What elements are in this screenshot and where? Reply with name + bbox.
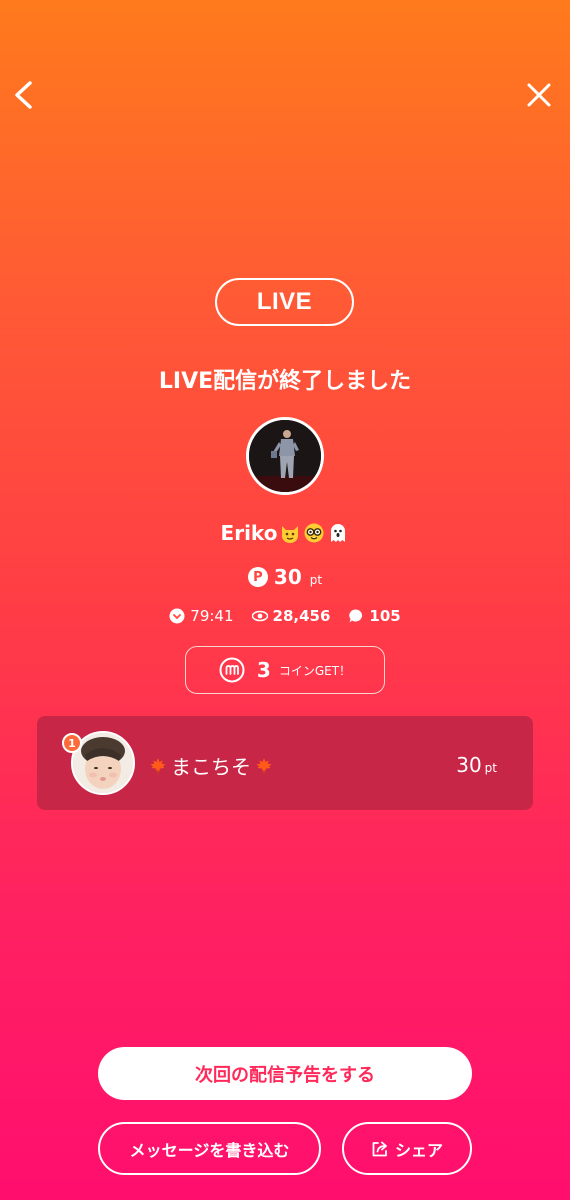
- points-icon: P: [247, 567, 268, 587]
- schedule-next-broadcast-button[interactable]: 次回の配信予告をする: [98, 1047, 472, 1100]
- broadcaster-name: Eriko: [220, 521, 278, 545]
- share-label: シェア: [394, 1140, 443, 1160]
- write-message-button[interactable]: メッセージを書き込む: [98, 1122, 321, 1175]
- coin-label: コインGET！: [278, 663, 352, 678]
- share-button[interactable]: シェア: [342, 1122, 472, 1175]
- broadcaster-name-row: Eriko: [0, 521, 570, 545]
- share-icon: [372, 1141, 387, 1156]
- rank-badge: 1: [62, 733, 82, 753]
- broadcaster-avatar[interactable]: [246, 417, 324, 495]
- back-button[interactable]: [10, 78, 40, 112]
- comments-value: 105: [369, 607, 401, 625]
- nerd-face-icon: [304, 523, 324, 543]
- ranking-list-item[interactable]: 1 まこちそ 30 pt: [37, 716, 533, 810]
- coin-icon: [219, 657, 245, 683]
- ranker-name: まこちそ: [171, 755, 251, 779]
- avatar-photo: [249, 420, 321, 492]
- comment-icon: [349, 609, 363, 623]
- live-badge: LIVE: [215, 278, 354, 326]
- chevron-left-icon: [15, 81, 32, 109]
- viewers-stat: 28,456: [251, 607, 331, 625]
- duration-value: 79:41: [190, 607, 234, 625]
- coin-get-button[interactable]: 3 コインGET！: [185, 646, 385, 694]
- viewers-icon: [251, 610, 268, 622]
- ghost-icon: [331, 524, 346, 542]
- comments-stat: 105: [348, 607, 401, 625]
- close-icon: [527, 83, 551, 107]
- ranker-points: 30 pt: [456, 753, 497, 777]
- maple-leaf-icon: [150, 757, 166, 774]
- page-title: LIVE配信が終了しました: [158, 369, 412, 394]
- ranker-photo: [73, 733, 133, 793]
- ranker-points-value: 30: [456, 753, 482, 777]
- duration-stat: 79:41: [169, 607, 234, 625]
- points-unit: pt: [309, 572, 323, 587]
- points-value: 30: [273, 565, 302, 589]
- ranker-name-row: まこちそ: [149, 751, 273, 780]
- cat-face-icon: [282, 526, 299, 543]
- maple-leaf-icon: [256, 757, 272, 774]
- coin-count: 3: [256, 658, 271, 682]
- ranker-points-unit: pt: [484, 761, 497, 775]
- stats-row: 79:41 28,456 105: [0, 607, 570, 625]
- clock-icon: [169, 608, 185, 624]
- viewers-value: 28,456: [272, 607, 331, 625]
- close-button[interactable]: [524, 80, 554, 110]
- points-row: P 30 pt: [0, 565, 570, 589]
